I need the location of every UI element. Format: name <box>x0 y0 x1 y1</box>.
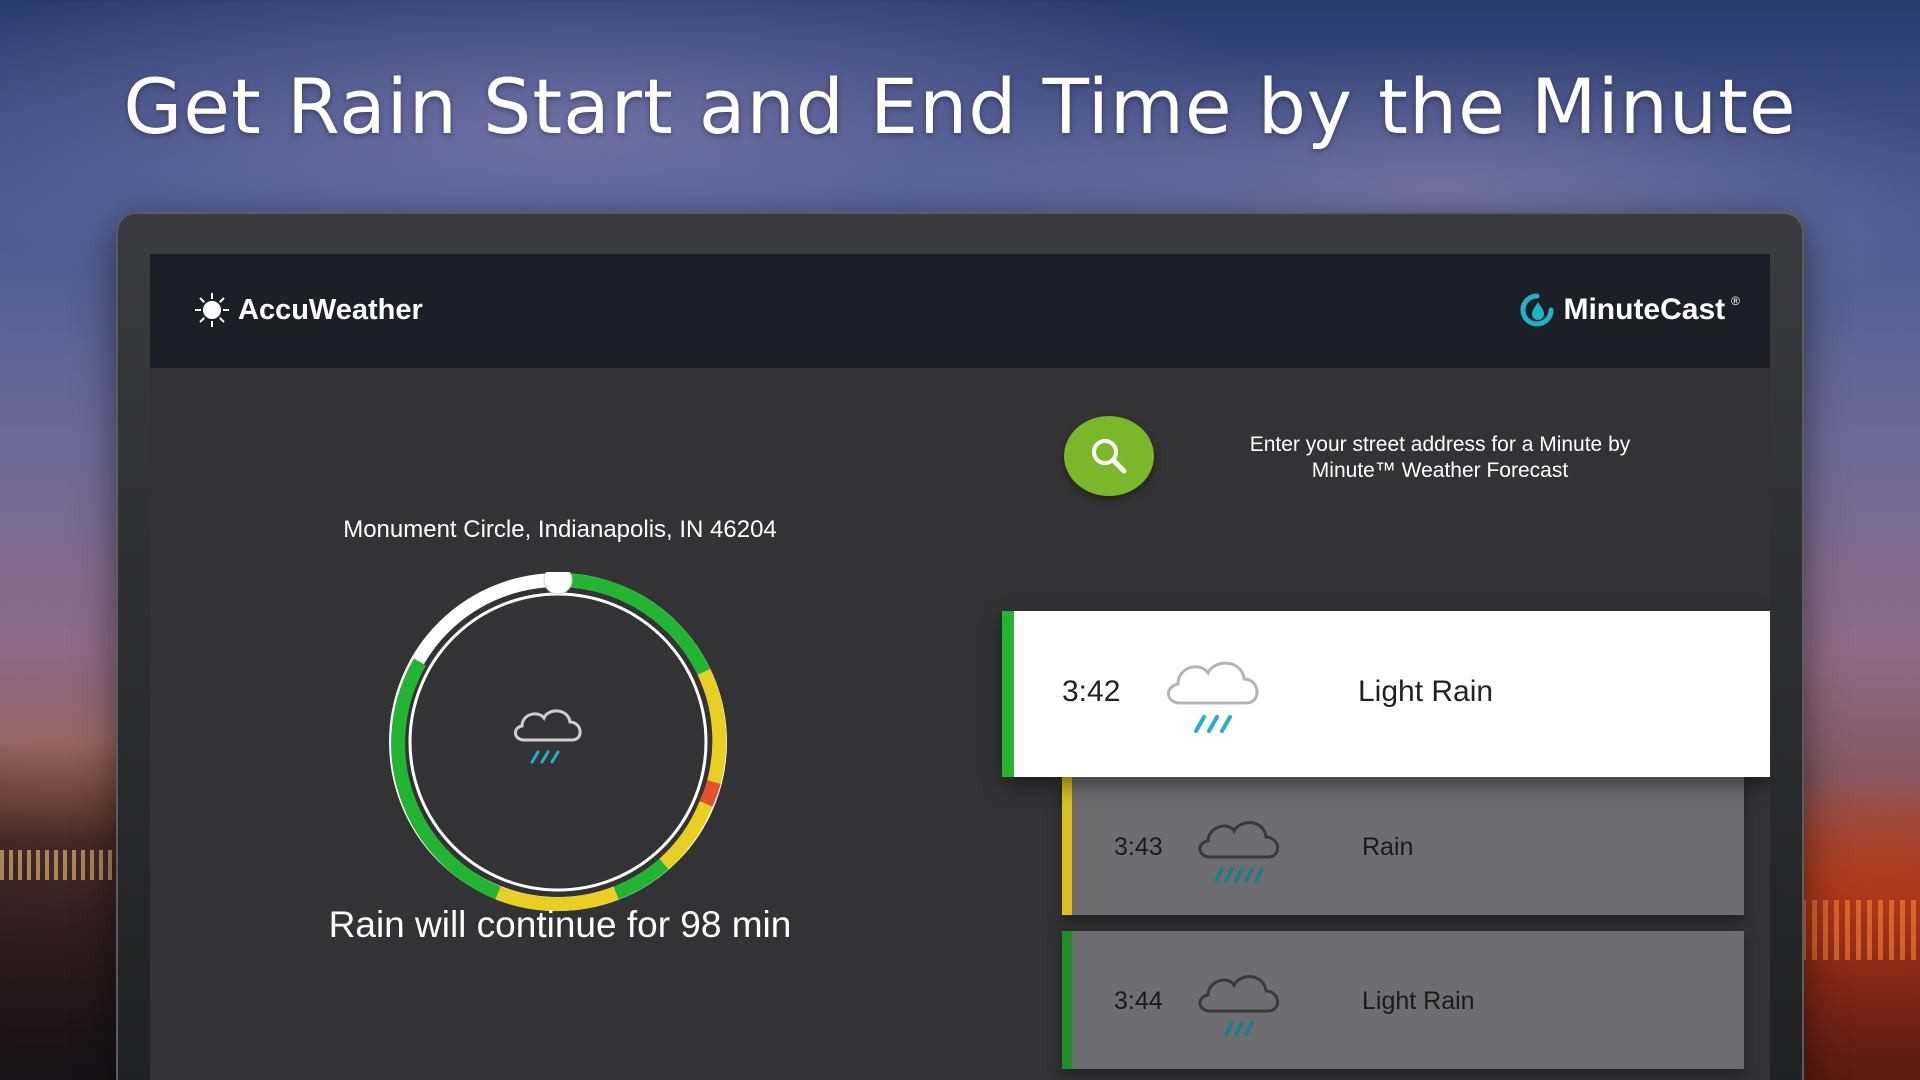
city-lights <box>1790 900 1920 960</box>
product-mark: ® <box>1731 294 1740 308</box>
minute-dial-graphic <box>389 565 727 912</box>
forecast-row-selected[interactable]: 3:42 Light Rain <box>1002 611 1770 777</box>
location-address: Monument Circle, Indianapolis, IN 46204 <box>343 516 777 543</box>
background-city-right <box>1790 780 1920 1080</box>
minutecast-drop-icon <box>1521 293 1554 327</box>
city-lights <box>0 850 120 880</box>
light-rain-icon <box>1162 649 1272 754</box>
headline: Get Rain Start and End Time by the Minut… <box>123 62 1797 151</box>
intensity-bar <box>1062 777 1072 915</box>
dial-segment-heavy-rain <box>699 779 721 807</box>
search-button[interactable] <box>1064 416 1154 496</box>
dial-segment-rain <box>495 886 619 912</box>
intensity-bar <box>1002 611 1014 777</box>
minute-dial[interactable] <box>388 565 728 912</box>
forecast-condition: Light Rain <box>1362 987 1475 1015</box>
forecast-row[interactable]: 3:43 Rain <box>1062 777 1744 915</box>
sun-icon <box>195 293 229 327</box>
dial-segment-light-rain <box>557 573 711 676</box>
rain-duration-summary: Rain will continue for 98 min <box>328 904 792 945</box>
search-icon <box>1092 439 1127 474</box>
light-rain-icon <box>1194 965 1294 1056</box>
dial-handle[interactable] <box>543 565 573 595</box>
app-header: AccuWeather MinuteCast ® <box>150 254 1770 368</box>
app-screen: AccuWeather MinuteCast ® Monument Circle… <box>150 254 1770 1080</box>
forecast-row[interactable]: 3:44 Light Rain <box>1062 931 1744 1069</box>
forecast-time: 3:42 <box>1062 675 1121 708</box>
dial-segment-light-rain <box>613 858 669 900</box>
intensity-bar <box>1062 931 1072 1069</box>
forecast-condition: Light Rain <box>1358 675 1494 708</box>
search-hint: Enter your street address for a Minute b… <box>1249 433 1631 482</box>
forecast-condition: Rain <box>1362 833 1414 861</box>
forecast-time: 3:44 <box>1114 987 1163 1015</box>
accuweather-logo[interactable]: AccuWeather <box>194 292 423 328</box>
minutecast-logo[interactable]: MinuteCast ® <box>1517 290 1740 330</box>
background-city-left <box>0 740 130 1080</box>
light-rain-icon <box>514 709 582 764</box>
forecast-time: 3:43 <box>1114 833 1163 861</box>
product-name: MinuteCast <box>1563 293 1726 326</box>
rain-icon <box>1194 811 1294 902</box>
brand-name: AccuWeather <box>238 293 423 326</box>
